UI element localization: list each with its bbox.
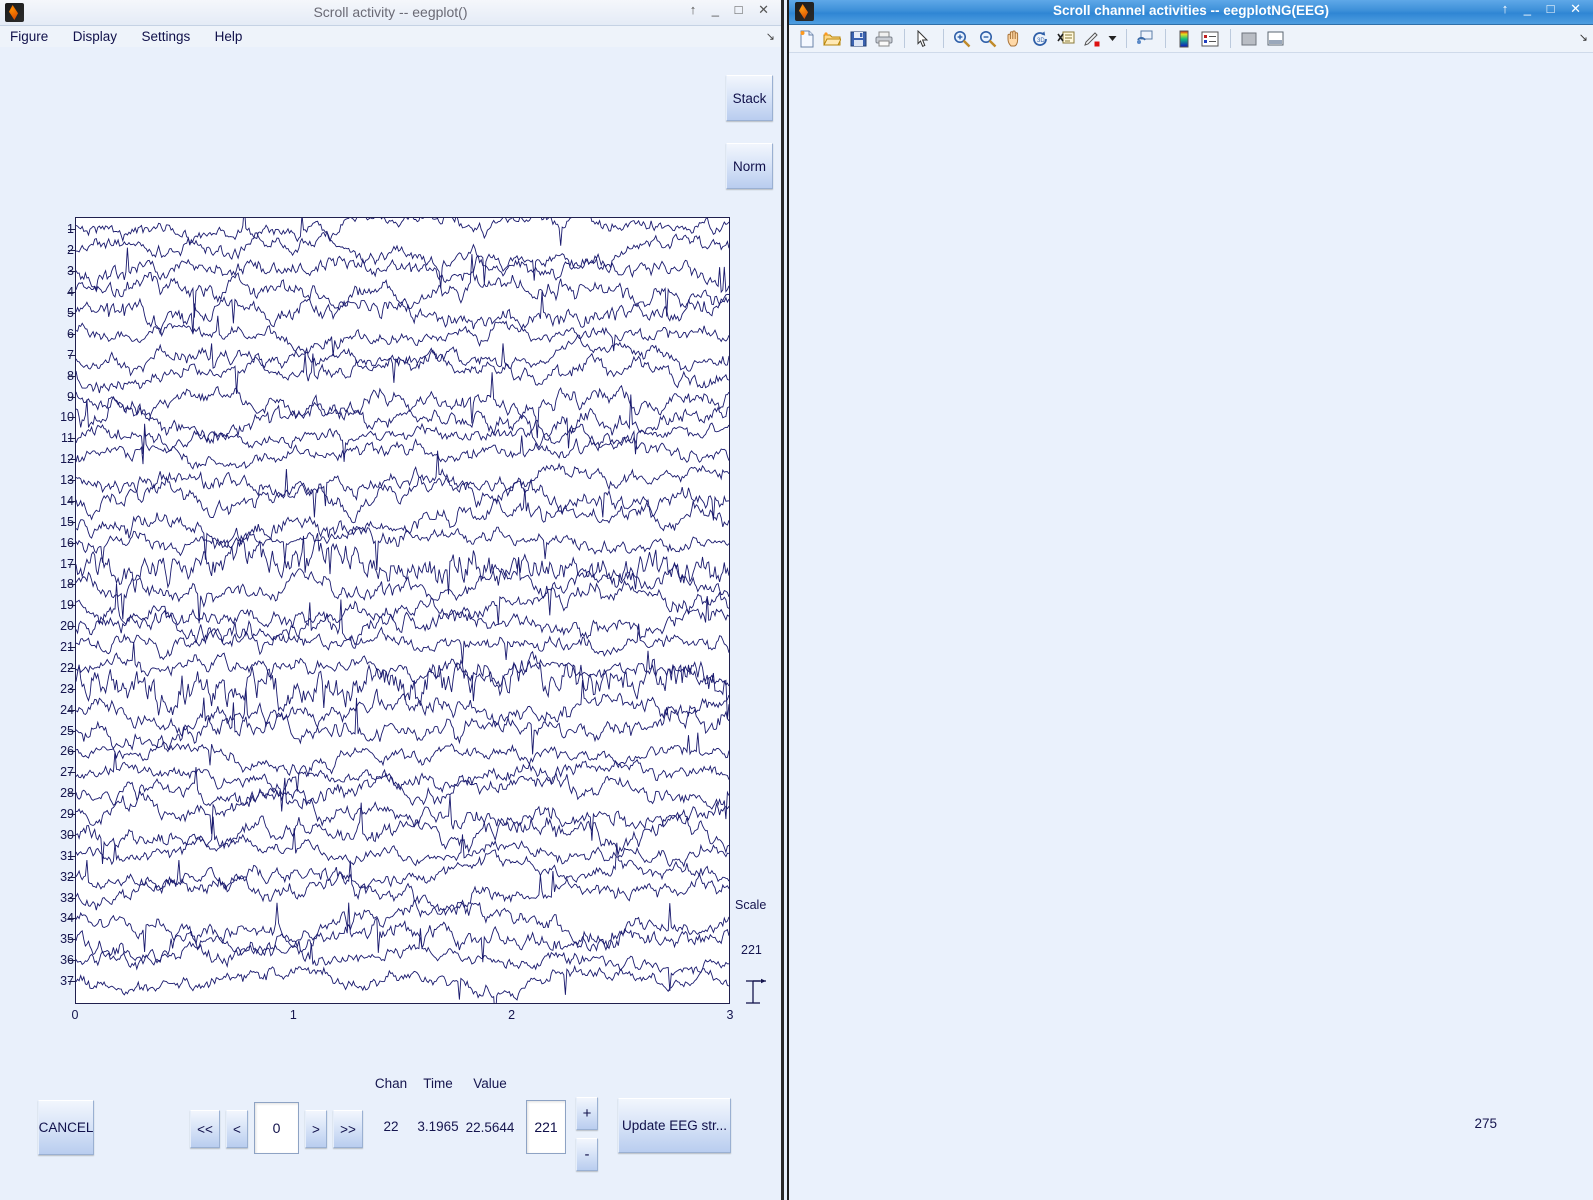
time-header: Time: [423, 1076, 453, 1091]
left-plot-y-ticks: [67, 217, 75, 1004]
data-cursor-icon[interactable]: [1054, 27, 1078, 50]
left-window: Scroll activity -- eegplot() ↑ _ □ ✕ Fig…: [0, 0, 784, 1200]
x-tick-label: 2: [508, 1008, 516, 1022]
norm-button[interactable]: Norm: [726, 143, 773, 189]
scale-input[interactable]: 221: [526, 1100, 566, 1154]
stack-button[interactable]: Stack: [726, 75, 773, 121]
print-figure-icon[interactable]: [872, 27, 896, 50]
right-toolbar: 3D ↘: [789, 25, 1593, 53]
pan-icon[interactable]: [1002, 27, 1026, 50]
latency-max-label: 275: [1474, 1116, 1497, 1131]
x-tick-label: 0: [71, 1008, 79, 1022]
nav-prev-button[interactable]: <: [226, 1110, 248, 1148]
colorbar-icon[interactable]: [1172, 27, 1196, 50]
update-eeg-struct-button[interactable]: Update EEG str...: [618, 1098, 731, 1153]
scale-label: Scale: [735, 898, 767, 912]
menubar-expand-icon[interactable]: ↘: [766, 30, 775, 43]
value-value: 22.5644: [465, 1120, 515, 1135]
x-tick-label: 3: [726, 1008, 734, 1022]
menu-item-figure[interactable]: Figure: [0, 26, 58, 44]
right-window: Scroll channel activities -- eegplotNG(E…: [787, 0, 1593, 1200]
show-plot-tools-icon[interactable]: [1263, 27, 1287, 50]
left-window-title: Scroll activity -- eegplot(): [313, 4, 468, 20]
nav-first-button[interactable]: <<: [190, 1110, 220, 1148]
right-window-title: Scroll channel activities -- eegplotNG(E…: [1052, 3, 1330, 18]
menu-item-settings[interactable]: Settings: [131, 26, 200, 44]
left-bottom-controls: CANCEL << < 0 > >> Chan Time Value 22 3.…: [0, 1062, 784, 1200]
toolbar-separator: [943, 29, 944, 48]
left-titlebar-buttons[interactable]: ↑ _ □ ✕: [690, 2, 775, 18]
scale-decrease-button[interactable]: -: [576, 1138, 598, 1171]
legend-icon[interactable]: [1198, 27, 1222, 50]
value-header: Value: [473, 1076, 507, 1091]
zoom-out-icon[interactable]: [976, 27, 1000, 50]
nav-last-button[interactable]: >>: [333, 1110, 363, 1148]
scale-increase-button[interactable]: +: [576, 1097, 598, 1130]
pointer-icon[interactable]: [911, 27, 935, 50]
left-scale-indicator: Scale 221: [735, 898, 781, 1013]
menu-item-display[interactable]: Display: [63, 26, 127, 44]
link-data-icon[interactable]: [1133, 27, 1157, 50]
right-titlebar: Scroll channel activities -- eegplotNG(E…: [789, 0, 1593, 25]
open-file-icon[interactable]: [820, 27, 844, 50]
svg-text:3D: 3D: [1037, 38, 1045, 44]
scale-ibeam-icon: [746, 978, 766, 1004]
hide-plot-tools-icon[interactable]: [1237, 27, 1261, 50]
brush-dropdown-icon[interactable]: [1106, 27, 1118, 50]
page-number-input[interactable]: 0: [254, 1102, 299, 1154]
nav-next-button[interactable]: >: [305, 1110, 327, 1148]
chan-header: Chan: [374, 1076, 408, 1091]
app-root: Scroll activity -- eegplot() ↑ _ □ ✕ Fig…: [0, 0, 1593, 1200]
cancel-button[interactable]: CANCEL: [38, 1100, 94, 1155]
brush-icon[interactable]: [1080, 27, 1104, 50]
left-plot-x-axis: 0 1 2 3: [71, 1008, 734, 1030]
toolbar-separator: [1165, 29, 1166, 48]
chan-value: 22: [383, 1119, 399, 1134]
time-value: 3.1965: [417, 1119, 459, 1134]
left-titlebar: Scroll activity -- eegplot() ↑ _ □ ✕: [0, 0, 781, 26]
left-menubar: Figure Display Settings Help ↘: [0, 26, 781, 49]
scale-value: 221: [741, 943, 762, 957]
toolbar-separator: [904, 29, 905, 48]
menu-item-help[interactable]: Help: [205, 26, 253, 44]
toolbar-expand-icon[interactable]: ↘: [1579, 31, 1588, 44]
toolbar-separator: [1230, 29, 1231, 48]
new-figure-icon[interactable]: [794, 27, 818, 50]
save-figure-icon[interactable]: [846, 27, 870, 50]
left-plot-area[interactable]: [75, 217, 730, 1004]
toolbar-separator: [1126, 29, 1127, 48]
x-tick-label: 1: [289, 1008, 297, 1022]
right-titlebar-buttons[interactable]: ↑ _ □ ✕: [1502, 1, 1587, 17]
rotate-3d-icon[interactable]: 3D: [1028, 27, 1052, 50]
zoom-in-icon[interactable]: [950, 27, 974, 50]
